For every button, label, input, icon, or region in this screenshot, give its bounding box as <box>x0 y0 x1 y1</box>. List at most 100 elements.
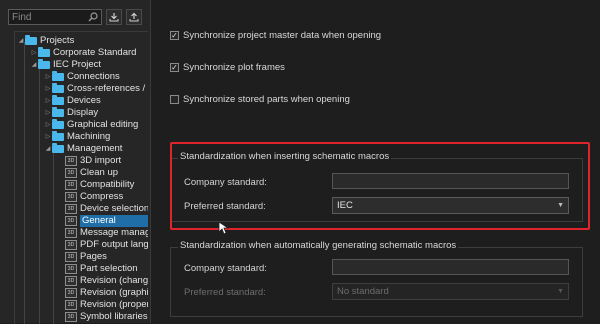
tree-item-label: General <box>80 215 148 227</box>
tree-node-corporate-standard[interactable]: ▷ Corporate Standard <box>30 47 136 59</box>
company-standard-input-2[interactable] <box>332 259 569 275</box>
tree-node-devices[interactable]: ▷ Devices <box>44 95 101 107</box>
settings-page-icon: 3D <box>65 228 77 238</box>
sync-master-data-option[interactable]: ✓ Synchronize project master data when o… <box>170 30 381 41</box>
expand-arrow-icon[interactable]: ▷ <box>44 83 52 95</box>
folder-icon <box>52 143 64 153</box>
tree-node-label: Management <box>67 143 123 154</box>
settings-page-icon: 3D <box>65 192 77 202</box>
export-icon <box>129 12 139 22</box>
sync-stored-parts-option[interactable]: Synchronize stored parts when opening <box>170 94 350 105</box>
collapse-arrow-icon[interactable]: ◢ <box>30 59 38 71</box>
tree-item-label: Compress <box>80 191 124 202</box>
tree-node-machining[interactable]: ▷ Machining <box>44 131 110 143</box>
tree-item-part-selection[interactable]: 3D Part selection <box>65 263 138 275</box>
collapse-arrow-icon[interactable]: ◢ <box>17 35 25 47</box>
tree-item-revision-graphic[interactable]: 3D Revision (graphic <box>65 287 148 299</box>
settings-page-icon: 3D <box>65 180 77 190</box>
tree-item-pages[interactable]: 3D Pages <box>65 251 107 263</box>
tree-item-compress[interactable]: 3D Compress <box>65 191 123 203</box>
expand-arrow-icon[interactable]: ▷ <box>44 71 52 83</box>
tree-item-label: Revision (graphic <box>80 287 148 298</box>
tree-node-management[interactable]: ◢ Management <box>44 143 122 155</box>
tree-item-revision-properties[interactable]: 3D Revision (propert <box>65 299 148 311</box>
expand-arrow-icon[interactable]: ▷ <box>30 47 38 59</box>
search-input[interactable] <box>12 11 88 23</box>
tree-node-display[interactable]: ▷ Display <box>44 107 98 119</box>
tree-node-iec-project[interactable]: ◢ IEC Project <box>30 59 101 71</box>
folder-icon <box>38 59 50 69</box>
settings-page-icon: 3D <box>65 156 77 166</box>
tree-node-label: Devices <box>67 95 101 106</box>
tree-item-3d-import[interactable]: 3D 3D import <box>65 155 121 167</box>
tree-node-label: Connections <box>67 71 120 82</box>
generating-macros-group-title: Standardization when automatically gener… <box>178 240 459 251</box>
tree-item-symbol-libraries[interactable]: 3D Symbol libraries <box>65 311 148 323</box>
settings-page-icon: 3D <box>65 252 77 262</box>
tree-node-label: Graphical editing <box>67 119 139 130</box>
tree-node-label: Display <box>67 107 99 118</box>
tree-item-label: Part selection <box>80 263 138 274</box>
tree-item-revision-changes[interactable]: 3D Revision (change <box>65 275 148 287</box>
tree-node-graphical-editing[interactable]: ▷ Graphical editing <box>44 119 138 131</box>
tree-node-label: Cross-references / co <box>67 83 148 94</box>
preferred-standard-value-2: No standard <box>337 286 389 297</box>
tree-item-general[interactable]: 3D General <box>65 215 148 227</box>
settings-page-icon: 3D <box>65 276 77 286</box>
folder-icon <box>52 107 64 117</box>
navigation-panel: ◢ Projects ▷ Corporate Standard ◢ IEC Pr… <box>0 0 151 324</box>
sync-plot-frames-checkbox[interactable]: ✓ <box>170 63 179 72</box>
search-toolbar <box>8 9 142 25</box>
settings-page-icon: 3D <box>65 264 77 274</box>
tree-item-compatibility[interactable]: 3D Compatibility <box>65 179 134 191</box>
tree-node-label: Corporate Standard <box>53 47 137 58</box>
sync-master-data-checkbox[interactable]: ✓ <box>170 31 179 40</box>
settings-page-icon: 3D <box>65 216 77 226</box>
sync-plot-frames-label: Synchronize plot frames <box>183 62 285 73</box>
import-button[interactable] <box>106 9 122 25</box>
tree-item-message-management[interactable]: 3D Message manage <box>65 227 148 239</box>
tree-item-label: PDF output langu <box>80 239 148 250</box>
sync-stored-parts-checkbox[interactable] <box>170 95 179 104</box>
tree-node-connections[interactable]: ▷ Connections <box>44 71 120 83</box>
expand-arrow-icon[interactable]: ▷ <box>44 131 52 143</box>
settings-page-icon: 3D <box>65 240 77 250</box>
tree-item-label: Revision (propert <box>80 299 148 310</box>
tree-item-label: Revision (change <box>80 275 148 286</box>
expand-arrow-icon[interactable]: ▷ <box>44 95 52 107</box>
settings-tree: ◢ Projects ▷ Corporate Standard ◢ IEC Pr… <box>14 31 148 324</box>
search-box[interactable] <box>8 9 102 25</box>
expand-arrow-icon[interactable]: ▷ <box>44 107 52 119</box>
tree-item-label: 3D import <box>80 155 122 166</box>
preferred-standard-select-2[interactable]: No standard ▼ <box>332 283 569 300</box>
folder-icon <box>52 83 64 93</box>
sync-plot-frames-option[interactable]: ✓ Synchronize plot frames <box>170 62 285 73</box>
company-standard-label-2: Company standard: <box>184 263 267 274</box>
tree-node-cross-references[interactable]: ▷ Cross-references / co <box>44 83 148 95</box>
settings-page-icon: 3D <box>65 168 77 178</box>
tree-node-projects[interactable]: ◢ Projects <box>17 35 74 47</box>
tree-item-label: Symbol libraries <box>80 311 148 322</box>
tree-node-label: Machining <box>67 131 111 142</box>
tree-item-label: Device selection <box>80 203 148 214</box>
settings-page-icon: 3D <box>65 204 77 214</box>
expand-arrow-icon[interactable]: ▷ <box>44 119 52 131</box>
folder-icon <box>52 95 64 105</box>
highlight-frame <box>170 142 590 230</box>
preferred-standard-label-2: Preferred standard: <box>184 287 266 298</box>
search-icon[interactable] <box>88 12 98 22</box>
collapse-arrow-icon[interactable]: ◢ <box>44 143 52 155</box>
tree-item-label: Pages <box>80 251 107 262</box>
tree-item-label: Compatibility <box>80 179 135 190</box>
import-icon <box>109 13 119 22</box>
settings-page-icon: 3D <box>65 312 77 322</box>
tree-item-label: Message manage <box>80 227 148 238</box>
tree-item-device-selection[interactable]: 3D Device selection <box>65 203 148 215</box>
export-button[interactable] <box>126 9 142 25</box>
tree-node-label: Projects <box>40 35 75 46</box>
tree-item-clean-up[interactable]: 3D Clean up <box>65 167 118 179</box>
folder-icon <box>38 47 50 57</box>
settings-page-icon: 3D <box>65 300 77 310</box>
tree-item-pdf-output-language[interactable]: 3D PDF output langu <box>65 239 148 251</box>
folder-icon <box>52 131 64 141</box>
